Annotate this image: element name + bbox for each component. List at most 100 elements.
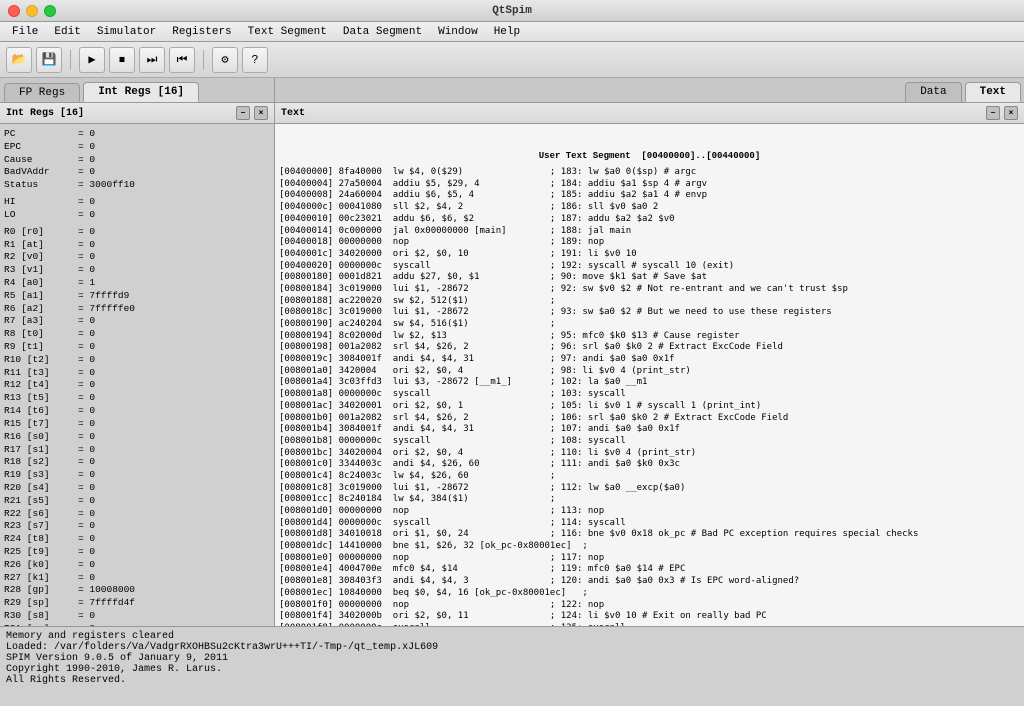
reg-value: = 0 (78, 226, 95, 239)
text-line: [008001dc] 14410000 bne $1, $26, 32 [ok_… (279, 541, 1020, 553)
reg-name: R25 [t9] (4, 546, 74, 559)
register-row: EPC= 0 (4, 141, 270, 154)
reg-name: R5 [a1] (4, 290, 74, 303)
tab-data[interactable]: Data (905, 82, 961, 102)
toolbar-back[interactable]: ⏮ (169, 47, 195, 73)
register-row: R0 [r0] = 0 (4, 226, 270, 239)
text-line: [008001d4] 0000000c syscall ; 114: sysca… (279, 518, 1020, 530)
register-row: R29 [sp]= 7ffffd4f (4, 597, 270, 610)
reg-value: = 0 (78, 546, 95, 559)
reg-value: = 0 (78, 196, 95, 209)
register-row: HI= 0 (4, 196, 270, 209)
text-line: [008001f0] 00000000 nop ; 122: nop (279, 600, 1020, 612)
toolbar-step[interactable]: ⏭ (139, 47, 165, 73)
register-row: R5 [a1] = 7ffffd9 (4, 290, 270, 303)
register-row: R27 [k1]= 0 (4, 572, 270, 585)
reg-name: R21 [s5] (4, 495, 74, 508)
menu-text-segment[interactable]: Text Segment (240, 22, 335, 41)
reg-value: = 0 (78, 239, 95, 252)
text-line: [008001c0] 3344003c andi $4, $26, 60 ; 1… (279, 459, 1020, 471)
menu-help[interactable]: Help (486, 22, 528, 41)
toolbar-settings[interactable]: ⚙ (212, 47, 238, 73)
reg-value: = 0 (78, 128, 95, 141)
reg-name: R12 [t4] (4, 379, 74, 392)
reg-name: R17 [s1] (4, 444, 74, 457)
register-row: Cause= 0 (4, 154, 270, 167)
reg-name: R30 [s8] (4, 610, 74, 623)
status-line-5: All Rights Reserved. (6, 675, 1018, 686)
menu-data-segment[interactable]: Data Segment (335, 22, 430, 41)
register-row: R14 [t6]= 0 (4, 405, 270, 418)
status-line-1: Memory and registers cleared (6, 631, 1018, 642)
toolbar-save[interactable]: 💾 (36, 47, 62, 73)
minimize-button[interactable] (26, 5, 38, 17)
text-line: [008001b4] 3084001f andi $4, $4, 31 ; 10… (279, 424, 1020, 436)
tab-text[interactable]: Text (965, 82, 1021, 102)
reg-name: EPC (4, 141, 74, 154)
register-row: R17 [s1]= 0 (4, 444, 270, 457)
reg-name: R6 [a2] (4, 303, 74, 316)
reg-value: = 0 (78, 166, 95, 179)
text-minimize[interactable]: − (986, 106, 1000, 120)
menu-file[interactable]: File (4, 22, 46, 41)
text-line: [008001b8] 0000000c syscall ; 108: sysca… (279, 436, 1020, 448)
text-line: [008001bc] 34020004 ori $2, $0, 4 ; 110:… (279, 448, 1020, 460)
reg-name: R0 [r0] (4, 226, 74, 239)
reg-value: = 0 (78, 405, 95, 418)
menu-simulator[interactable]: Simulator (89, 22, 164, 41)
reg-name: PC (4, 128, 74, 141)
reg-name: Status (4, 179, 74, 192)
toolbar-run[interactable]: ▶ (79, 47, 105, 73)
text-line: [008001d8] 34010018 ori $1, $0, 24 ; 116… (279, 529, 1020, 541)
menu-window[interactable]: Window (430, 22, 486, 41)
text-close[interactable]: × (1004, 106, 1018, 120)
status-line-4: Copyright 1990-2010, James R. Larus. (6, 664, 1018, 675)
tab-int-regs[interactable]: Int Regs [16] (83, 82, 199, 102)
register-row: R16 [s0] = 0 (4, 431, 270, 444)
close-button[interactable] (8, 5, 20, 17)
register-row: R15 [t7]= 0 (4, 418, 270, 431)
register-row: R2 [v0]= 0 (4, 251, 270, 264)
int-regs-close[interactable]: × (254, 106, 268, 120)
toolbar-open[interactable]: 📂 (6, 47, 32, 73)
registers-panel[interactable]: PC= 0EPC= 0Cause= 0BadVAddr= 0Status= 30… (0, 124, 274, 626)
register-row: R6 [a2] = 7fffffe0 (4, 303, 270, 316)
reg-name: R24 [t8] (4, 533, 74, 546)
text-line: [008001d0] 00000000 nop ; 113: nop (279, 506, 1020, 518)
reg-value: = 7ffffd9 (78, 290, 129, 303)
text-line: [00400008] 24a60004 addiu $6, $5, 4 ; 18… (279, 190, 1020, 202)
reg-value: = 0 (78, 623, 95, 626)
register-row: R7 [a3]= 0 (4, 315, 270, 328)
tab-fp-regs[interactable]: FP Regs (4, 83, 80, 102)
maximize-button[interactable] (44, 5, 56, 17)
menu-edit[interactable]: Edit (46, 22, 88, 41)
reg-name: R7 [a3] (4, 315, 74, 328)
register-row: R28 [gp]= 10008000 (4, 584, 270, 597)
status-line-2: Loaded: /var/folders/Va/VadgrRXOHBSu2cKt… (6, 642, 1018, 653)
int-regs-minimize[interactable]: − (236, 106, 250, 120)
text-segment-header: User Text Segment [00400000]..[00440000] (279, 149, 1020, 167)
text-line: [00800190] ac240204 sw $4, 516($1) ; (279, 319, 1020, 331)
menu-bar: File Edit Simulator Registers Text Segme… (0, 22, 1024, 42)
register-row: R3 [v1]= 0 (4, 264, 270, 277)
reg-value: = 0 (78, 482, 95, 495)
reg-value: = 0 (78, 431, 95, 444)
text-line: [00400014] 0c000000 jal 0x00000000 [main… (279, 226, 1020, 238)
reg-name: R13 [t5] (4, 392, 74, 405)
menu-registers[interactable]: Registers (164, 22, 239, 41)
text-line: [008001c4] 8c24003c lw $4, $26, 60 ; (279, 471, 1020, 483)
toolbar-stop[interactable]: ⏹ (109, 47, 135, 73)
text-content-panel[interactable]: User Text Segment [00400000]..[00440000]… (275, 124, 1024, 626)
text-line: [00400004] 27a50004 addiu $5, $29, 4 ; 1… (279, 179, 1020, 191)
reg-name: R27 [k1] (4, 572, 74, 585)
reg-value: = 0 (78, 520, 95, 533)
text-line: [00800180] 0001d821 addu $27, $0, $1 ; 9… (279, 272, 1020, 284)
register-row: R31 [ra]= 0 (4, 623, 270, 626)
reg-name: R3 [v1] (4, 264, 74, 277)
toolbar: 📂 💾 ▶ ⏹ ⏭ ⏮ ⚙ ? (0, 42, 1024, 78)
register-row: R25 [t9] = 0 (4, 546, 270, 559)
reg-name: R16 [s0] (4, 431, 74, 444)
text-line: [0040001c] 34020000 ori $2, $0, 10 ; 191… (279, 249, 1020, 261)
reg-value: = 7fffffe0 (78, 303, 135, 316)
toolbar-help[interactable]: ? (242, 47, 268, 73)
